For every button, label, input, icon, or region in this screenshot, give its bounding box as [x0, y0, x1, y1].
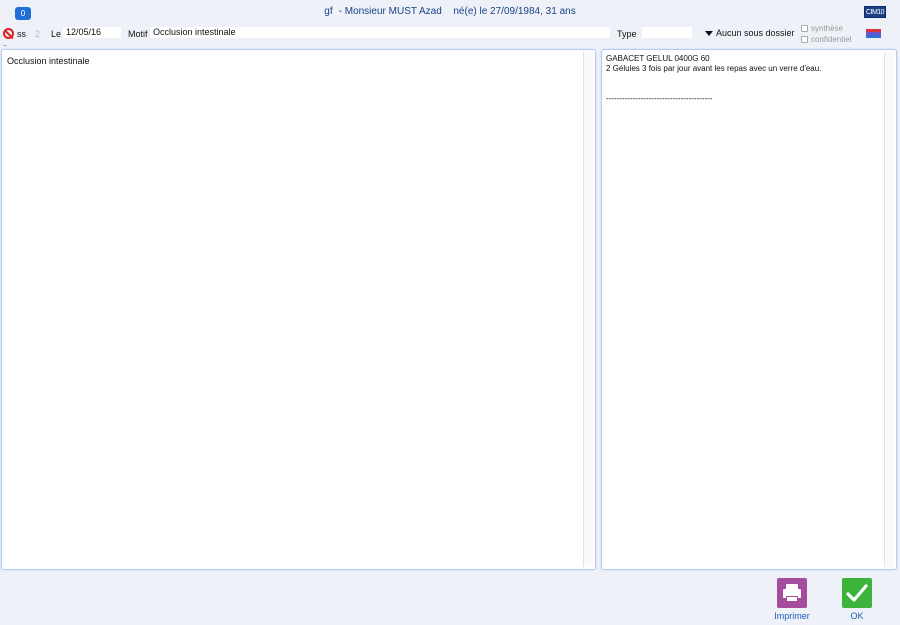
synthese-label: synthèse — [811, 24, 844, 33]
ok-button[interactable]: OK — [832, 578, 882, 621]
confidentiel-label: confidentiel — [811, 35, 852, 44]
right-scrollbar[interactable] — [884, 52, 894, 567]
motif-label: Motif — [128, 29, 148, 39]
confidentiel-checkbox[interactable]: confidentiel — [801, 35, 851, 44]
date-field[interactable]: 12/05/16 — [63, 27, 121, 38]
triangle-down-icon — [705, 31, 713, 37]
sous-dossier-dropdown[interactable]: Aucun sous dossier — [705, 28, 795, 38]
more-dots: ... — [3, 41, 7, 48]
color-flag-icon[interactable] — [866, 29, 881, 38]
print-label: Imprimer — [774, 611, 810, 621]
checkmark-icon — [842, 578, 872, 608]
window-title: gf - Monsieur MUST Azad né(e) le 27/09/19… — [0, 6, 900, 17]
ss-number: 2 — [35, 29, 41, 39]
observation-text: Occlusion intestinale — [7, 56, 90, 66]
prohibited-icon[interactable] — [3, 28, 14, 39]
ss-label: ss — [17, 29, 26, 39]
type-label: Type — [617, 29, 637, 39]
sous-dossier-label: Aucun sous dossier — [716, 28, 795, 38]
cim10-button[interactable]: CIM10 — [864, 6, 886, 18]
printer-icon — [777, 578, 807, 608]
birth-info: né(e) le 27/09/1984, 31 ans — [453, 6, 576, 17]
observation-text-area[interactable]: Occlusion intestinale — [1, 49, 596, 570]
synthese-checkbox[interactable]: synthèse — [801, 24, 843, 33]
print-button[interactable]: Imprimer — [767, 578, 817, 621]
prescription-text: GABACET GELUL 0400G 60 2 Gélules 3 fois … — [606, 54, 822, 103]
motif-field[interactable]: Occlusion intestinale — [150, 27, 610, 38]
date-label: Le — [51, 29, 62, 39]
left-scrollbar[interactable] — [583, 52, 593, 567]
user-prefix: gf — [324, 6, 333, 17]
checkbox-box[interactable] — [801, 25, 808, 33]
type-field[interactable] — [642, 27, 692, 38]
ok-label: OK — [850, 611, 864, 621]
prescription-text-area[interactable]: GABACET GELUL 0400G 60 2 Gélules 3 fois … — [601, 49, 897, 570]
patient-name: - Monsieur MUST Azad — [338, 6, 442, 17]
checkbox-box[interactable] — [801, 36, 808, 44]
